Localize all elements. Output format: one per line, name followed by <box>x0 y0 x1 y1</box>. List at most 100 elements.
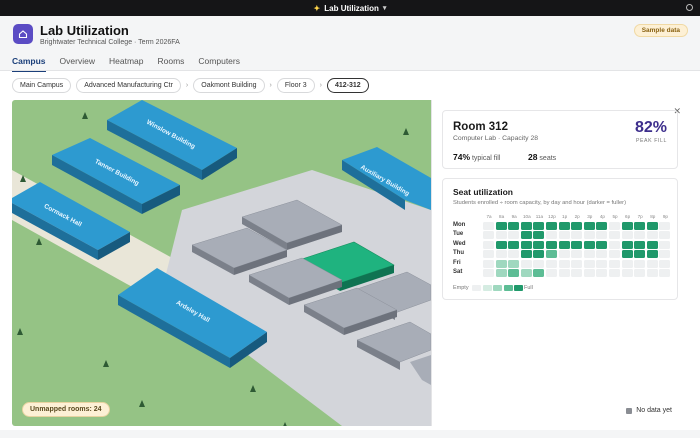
heatmap-cell[interactable] <box>659 269 671 277</box>
heatmap-cell[interactable] <box>508 231 520 240</box>
heatmap-cell[interactable] <box>483 259 494 268</box>
heatmap-cell[interactable] <box>634 231 646 240</box>
heatmap-cell[interactable] <box>533 240 545 249</box>
heatmap-cell[interactable] <box>508 222 520 230</box>
heatmap-cell[interactable] <box>596 231 608 240</box>
heatmap-cell[interactable] <box>646 231 658 240</box>
heatmap-cell[interactable] <box>583 231 595 240</box>
heatmap-cell[interactable] <box>596 250 608 259</box>
heatmap-cell[interactable] <box>634 240 646 249</box>
heatmap-cell[interactable] <box>621 240 633 249</box>
breadcrumb-building-group[interactable]: Advanced Manufacturing Ctr <box>76 78 181 93</box>
chevron-down-icon[interactable]: ▾ <box>383 4 387 12</box>
heatmap-cell[interactable] <box>483 231 494 240</box>
heatmap-cell[interactable] <box>609 222 620 230</box>
heatmap-cell[interactable] <box>508 269 520 277</box>
heatmap-cell[interactable] <box>583 240 595 249</box>
heatmap-cell[interactable] <box>621 231 633 240</box>
heatmap-cell[interactable] <box>495 231 507 240</box>
heatmap-cell[interactable] <box>546 231 557 240</box>
heatmap-cell[interactable] <box>495 240 507 249</box>
heatmap-cell[interactable] <box>571 231 583 240</box>
heatmap-cell[interactable] <box>483 240 494 249</box>
heatmap-cell[interactable] <box>546 259 557 268</box>
heatmap-cell[interactable] <box>558 250 570 259</box>
heatmap-cell[interactable] <box>483 250 494 259</box>
heatmap-cell[interactable] <box>609 250 620 259</box>
heatmap-cell[interactable] <box>659 259 671 268</box>
heatmap-cell[interactable] <box>583 269 595 277</box>
heatmap-cell[interactable] <box>558 259 570 268</box>
heatmap-cell[interactable] <box>659 222 671 230</box>
heatmap-cell[interactable] <box>571 269 583 277</box>
campus-map[interactable]: Winslow Building Tanner Building Cormack… <box>12 100 431 426</box>
heatmap-cell[interactable] <box>659 240 671 249</box>
breadcrumb-campus[interactable]: Main Campus <box>12 78 72 93</box>
heatmap-cell[interactable] <box>483 222 494 230</box>
heatmap-cell[interactable] <box>533 259 545 268</box>
breadcrumb-building[interactable]: Oakmont Building <box>193 78 265 93</box>
heatmap-cell[interactable] <box>533 269 545 277</box>
heatmap-cell[interactable] <box>609 259 620 268</box>
heatmap-cell[interactable] <box>621 250 633 259</box>
heatmap-cell[interactable] <box>483 269 494 277</box>
heatmap-cell[interactable] <box>508 250 520 259</box>
heatmap-cell[interactable] <box>609 269 620 277</box>
heatmap-cell[interactable] <box>634 222 646 230</box>
heatmap-cell[interactable] <box>546 250 557 259</box>
heatmap-cell[interactable] <box>533 231 545 240</box>
heatmap-cell[interactable] <box>520 231 532 240</box>
heatmap-cell[interactable] <box>583 250 595 259</box>
heatmap-cell[interactable] <box>583 259 595 268</box>
breadcrumb-floor[interactable]: Floor 3 <box>276 78 315 93</box>
heatmap-cell[interactable] <box>546 240 557 249</box>
heatmap-cell[interactable] <box>571 240 583 249</box>
heatmap-cell[interactable] <box>571 259 583 268</box>
heatmap-cell[interactable] <box>520 250 532 259</box>
heatmap-cell[interactable] <box>646 250 658 259</box>
heatmap-cell[interactable] <box>571 250 583 259</box>
heatmap-cell[interactable] <box>495 222 507 230</box>
window-control-icon[interactable] <box>686 4 693 11</box>
heatmap-cell[interactable] <box>634 259 646 268</box>
unmapped-rooms-badge[interactable]: Unmapped rooms: 24 <box>22 402 110 417</box>
heatmap-cell[interactable] <box>520 240 532 249</box>
heatmap-cell[interactable] <box>659 250 671 259</box>
heatmap-cell[interactable] <box>646 240 658 249</box>
heatmap-cell[interactable] <box>495 250 507 259</box>
heatmap-cell[interactable] <box>546 222 557 230</box>
heatmap-cell[interactable] <box>659 231 671 240</box>
heatmap-cell[interactable] <box>558 231 570 240</box>
heatmap-cell[interactable] <box>520 259 532 268</box>
heatmap-cell[interactable] <box>646 259 658 268</box>
heatmap-cell[interactable] <box>621 259 633 268</box>
heatmap-cell[interactable] <box>520 222 532 230</box>
heatmap-cell[interactable] <box>596 222 608 230</box>
heatmap-cell[interactable] <box>634 250 646 259</box>
heatmap-cell[interactable] <box>646 269 658 277</box>
heatmap-cell[interactable] <box>609 240 620 249</box>
heatmap-cell[interactable] <box>508 259 520 268</box>
heatmap-cell[interactable] <box>558 269 570 277</box>
heatmap-cell[interactable] <box>571 222 583 230</box>
heatmap-cell[interactable] <box>634 269 646 277</box>
heatmap-cell[interactable] <box>558 240 570 249</box>
heatmap-cell[interactable] <box>621 269 633 277</box>
heatmap-cell[interactable] <box>520 269 532 277</box>
heatmap-cell[interactable] <box>558 222 570 230</box>
heatmap-cell[interactable] <box>646 222 658 230</box>
heatmap-cell[interactable] <box>621 222 633 230</box>
heatmap-cell[interactable] <box>546 269 557 277</box>
heatmap-cell[interactable] <box>533 250 545 259</box>
heatmap-cell[interactable] <box>533 222 545 230</box>
heatmap-cell[interactable] <box>508 240 520 249</box>
heatmap-cell[interactable] <box>596 259 608 268</box>
home-logo-icon[interactable] <box>13 24 33 44</box>
breadcrumb-room[interactable]: 412-312 <box>327 78 369 93</box>
heatmap-cell[interactable] <box>596 240 608 249</box>
heatmap-cell[interactable] <box>609 231 620 240</box>
heatmap-cell[interactable] <box>495 269 507 277</box>
heatmap-cell[interactable] <box>596 269 608 277</box>
heatmap-cell[interactable] <box>583 222 595 230</box>
heatmap-cell[interactable] <box>495 259 507 268</box>
